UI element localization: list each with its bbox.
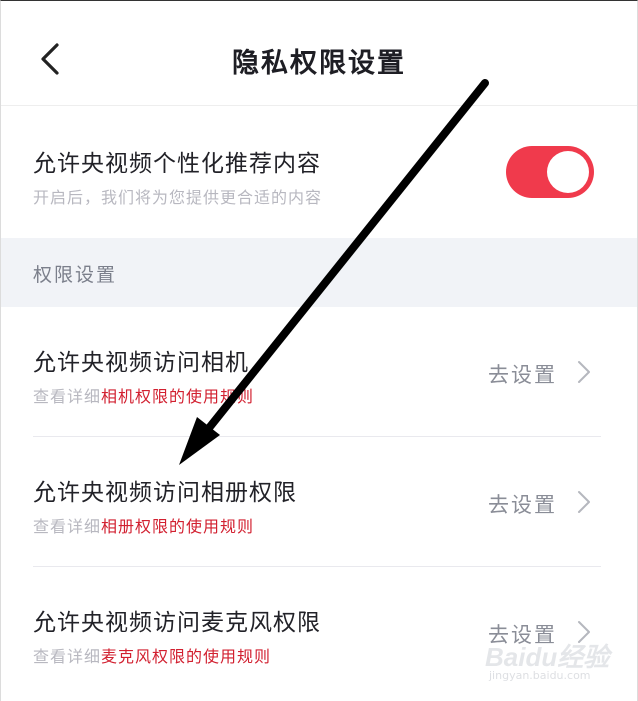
personalization-toggle[interactable] <box>506 146 594 198</box>
goto-settings-label: 去设置 <box>488 493 557 517</box>
nav-header: 隐私权限设置 <box>1 1 637 106</box>
permission-row-album[interactable]: 允许央视频访问相册权限 查看详细相册权限的使用规则 去设置 <box>1 437 637 567</box>
section-label: 权限设置 <box>33 264 118 286</box>
chevron-right-icon <box>578 361 590 383</box>
personalization-subtitle: 开启后，我们将为您提供更合适的内容 <box>33 188 323 207</box>
permission-sub-prefix: 查看详细 <box>33 517 102 536</box>
permission-title: 允许央视频访问相机 <box>33 350 249 376</box>
permission-rule-link[interactable]: 相册权限的使用规则 <box>101 517 254 536</box>
toggle-knob <box>547 151 589 193</box>
permission-subtitle: 查看详细麦克风权限的使用规则 <box>33 643 271 667</box>
permission-subtitle: 查看详细相册权限的使用规则 <box>33 513 254 537</box>
permission-title: 允许央视频访问麦克风权限 <box>33 610 321 636</box>
watermark-url: jingyan.baidu.com <box>489 669 591 682</box>
permission-rule-link[interactable]: 相机权限的使用规则 <box>101 387 254 406</box>
permission-title: 允许央视频访问相册权限 <box>33 480 297 506</box>
page-title: 隐私权限设置 <box>232 48 406 79</box>
permission-subtitle: 查看详细相机权限的使用规则 <box>33 383 254 407</box>
chevron-right-icon <box>578 491 590 513</box>
baidu-watermark: Baidu经验 jingyan.baidu.com <box>485 637 609 687</box>
personalization-title: 允许央视频个性化推荐内容 <box>33 151 321 177</box>
personalization-row: 允许央视频个性化推荐内容 开启后，我们将为您提供更合适的内容 <box>1 106 637 238</box>
goto-settings-label: 去设置 <box>488 363 557 387</box>
permission-rule-link[interactable]: 麦克风权限的使用规则 <box>101 647 271 666</box>
section-header: 权限设置 <box>1 238 637 307</box>
permission-sub-prefix: 查看详细 <box>33 647 102 666</box>
permission-row-camera[interactable]: 允许央视频访问相机 查看详细相机权限的使用规则 去设置 <box>1 307 637 437</box>
permission-sub-prefix: 查看详细 <box>33 387 102 406</box>
app-screen: 隐私权限设置 允许央视频个性化推荐内容 开启后，我们将为您提供更合适的内容 权限… <box>0 0 638 701</box>
